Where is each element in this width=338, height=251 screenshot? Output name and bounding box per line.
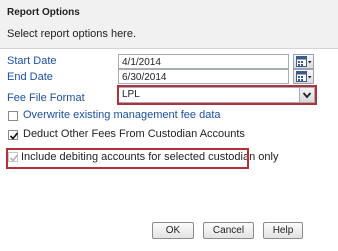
dialog-title: Report Options <box>7 7 80 18</box>
highlight-box-fee-format <box>117 85 317 105</box>
calendar-icon <box>296 71 312 82</box>
dialog-instruction: Select report options here. <box>7 28 137 40</box>
cancel-button[interactable]: Cancel <box>203 222 254 239</box>
overwrite-checkbox[interactable] <box>8 111 18 121</box>
calendar-icon <box>296 56 312 67</box>
end-date-input[interactable]: 6/30/2014 <box>118 69 289 84</box>
ok-button[interactable]: OK <box>152 222 194 239</box>
end-date-label: End Date <box>7 71 53 83</box>
start-date-calendar-button[interactable] <box>293 54 314 69</box>
help-button[interactable]: Help <box>263 222 303 239</box>
end-date-calendar-button[interactable] <box>293 69 314 84</box>
deduct-checkbox[interactable] <box>8 130 19 140</box>
dialog-header: Report Options Select report options her… <box>0 0 338 49</box>
start-date-input[interactable]: 4/1/2014 <box>118 54 289 69</box>
fee-file-format-label: Fee File Format <box>7 92 85 104</box>
highlight-box-include-debiting <box>6 148 249 169</box>
deduct-label: Deduct Other Fees From Custodian Account… <box>23 128 245 140</box>
overwrite-label: Overwrite existing management fee data <box>23 109 221 121</box>
start-date-label: Start Date <box>7 55 57 67</box>
checkmark-icon <box>9 132 19 140</box>
